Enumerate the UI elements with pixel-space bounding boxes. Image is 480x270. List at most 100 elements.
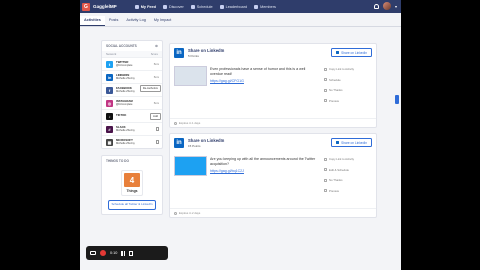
account-row-microsoft[interactable]: ▦ MICROSOFT Michelle Zbozny [102, 135, 162, 148]
account-row-tiktok[interactable]: ♪ TIKTOK Add [102, 109, 162, 122]
account-label: MICROSOFT Michelle Zbozny [116, 138, 135, 145]
microsoft-icon: ▦ [106, 138, 113, 146]
account-row-facebook[interactable]: f FACEBOOK Michelle Zbozny Re-Authorize [102, 83, 162, 96]
recording-time: 0:10 [110, 251, 118, 255]
nav-leaderboard[interactable]: Leaderboard [219, 4, 248, 9]
account-row-instagram[interactable]: ◎ INSTAGRAM @bizcomplete Bots [102, 96, 162, 109]
account-row-slack[interactable]: # SLACK Michelle Zbozny [102, 122, 162, 135]
panel-title: SOCIAL ACCOUNTS ⚙ [102, 41, 162, 51]
card-action-item[interactable]: Copy Link to Activity [324, 154, 372, 165]
tab-activities[interactable]: Activities [80, 16, 105, 26]
tab-activity-log[interactable]: Activity Log [122, 16, 149, 26]
add-account-button[interactable]: Add [150, 112, 161, 120]
trash-icon[interactable] [129, 250, 134, 256]
action-icon [324, 88, 327, 92]
post-copy: Even professionals have a sense of humor… [210, 67, 306, 76]
trash-icon[interactable] [156, 127, 159, 131]
account-label: SLACK Michelle Zbozny [116, 125, 135, 132]
post-link[interactable]: https://gag.gl/bq1C2J [210, 169, 316, 174]
card-action-item[interactable]: Copy Link to Activity [324, 64, 372, 75]
tab-posts[interactable]: Posts [105, 16, 123, 26]
trash-icon[interactable] [156, 140, 159, 144]
account-label: FACEBOOK Michelle Zbozny [116, 86, 135, 93]
account-row-twitter[interactable]: t TWITTER @bizcomplete Bots [102, 57, 162, 70]
things-counter: 4 Things [121, 170, 143, 196]
record-icon[interactable] [100, 250, 106, 256]
nav-my-feed[interactable]: My Feed [134, 4, 156, 9]
action-label: Preview [329, 98, 339, 103]
account-handle: Michelle Zbozny [116, 90, 135, 93]
account-handle: Michelle Zbozny [116, 142, 135, 145]
account-network-name: TIKTOK [116, 113, 127, 118]
account-label: LINKEDIN Michelle Zbozny [116, 73, 135, 80]
card-action-item[interactable]: Preview [324, 186, 372, 197]
schedule-all-button[interactable]: Schedule all Twitter & LinkedIn [108, 200, 156, 210]
account-points: Bots [153, 101, 159, 105]
action-icon [324, 67, 327, 71]
tab-divider [80, 26, 401, 27]
app-window: G GagglelMP My Feed Discover Schedule Le… [80, 0, 401, 270]
re-authorize-button[interactable]: Re-Authorize [139, 85, 161, 92]
slack-icon: # [106, 125, 113, 133]
expiry-text: Expires in 2 days [179, 211, 201, 215]
feed-icon [134, 4, 139, 9]
share-on-linkedin-button[interactable]: Share on LinkedIn [331, 48, 372, 57]
action-label: Preview [329, 188, 339, 193]
expiry-text: Expires in 1 days [179, 121, 201, 125]
post-text: Even professionals have a sense of humor… [210, 67, 316, 84]
tab-my-impact[interactable]: My Impact [150, 16, 176, 26]
linkedin-icon: in [174, 48, 184, 58]
scroll-handle[interactable] [395, 95, 399, 104]
settings-gear-icon[interactable]: ⚙ [155, 44, 158, 48]
activity-card: in Share on LinkedIn 15 Points Share on … [169, 133, 377, 218]
camera-icon[interactable] [90, 251, 96, 255]
nav-label: Schedule [196, 4, 213, 9]
account-handle: Michelle Zbozny [116, 129, 135, 132]
panel-title: THINGS TO DO [102, 156, 162, 166]
card-action-item[interactable]: Edit & Schedule [324, 165, 372, 176]
chevron-down-icon[interactable]: ▾ [395, 4, 397, 9]
members-icon [254, 4, 259, 9]
things-to-do-title: THINGS TO DO [106, 159, 129, 163]
discover-icon [162, 4, 167, 9]
things-count: 4 [124, 173, 140, 187]
user-avatar[interactable] [382, 2, 391, 10]
card-action-item[interactable]: Preview [324, 96, 372, 107]
action-label: No Thanks [329, 178, 343, 183]
nav-label: My Feed [140, 4, 156, 9]
account-row-linkedin[interactable]: in LINKEDIN Michelle Zbozny Bots [102, 70, 162, 83]
action-label: Copy Link to Activity [329, 67, 355, 72]
card-action-item[interactable]: No Thanks [324, 175, 372, 186]
linkedin-icon: in [106, 73, 113, 81]
action-icon [324, 157, 327, 161]
left-column: SOCIAL ACCOUNTS ⚙ Network Score t TWITTER… [101, 40, 163, 215]
tiktok-icon: ♪ [106, 112, 113, 120]
col-network: Network [106, 52, 117, 56]
card-heading: Share on LinkedIn 15 Points [188, 138, 224, 148]
top-navigation-bar: G GagglelMP My Feed Discover Schedule Le… [80, 0, 401, 13]
nav-discover[interactable]: Discover [162, 4, 184, 9]
app-logo-icon[interactable]: G [82, 2, 90, 11]
card-action-item[interactable]: No Thanks [324, 85, 372, 96]
calendar-icon [190, 4, 195, 9]
card-title: Share on LinkedIn [188, 48, 225, 53]
notification-bell-icon[interactable] [373, 3, 379, 9]
instagram-icon: ◎ [106, 99, 113, 107]
action-label: Edit & Schedule [329, 167, 349, 172]
nav-members[interactable]: Members [254, 4, 276, 9]
share-label: Share on LinkedIn [341, 140, 367, 145]
action-icon [324, 189, 327, 193]
post-link[interactable]: https://gag.gl/CFG1G [210, 79, 316, 84]
clock-icon [174, 211, 177, 215]
card-action-item[interactable]: Schedule [324, 75, 372, 86]
action-icon [324, 168, 327, 172]
card-actions: Copy Link to Activity Edit & Schedule No T… [324, 154, 372, 196]
post-copy: Are you keeping up with all the announce… [210, 157, 316, 166]
pause-icon[interactable] [121, 250, 126, 256]
col-points: Score [150, 52, 158, 56]
card-actions: Copy Link to Activity Schedule No Thanks Pr… [324, 64, 372, 106]
nav-label: Leaderboard [225, 4, 248, 9]
account-label: TIKTOK [116, 114, 126, 117]
nav-schedule[interactable]: Schedule [190, 4, 213, 9]
share-on-linkedin-button[interactable]: Share on LinkedIn [331, 138, 372, 147]
